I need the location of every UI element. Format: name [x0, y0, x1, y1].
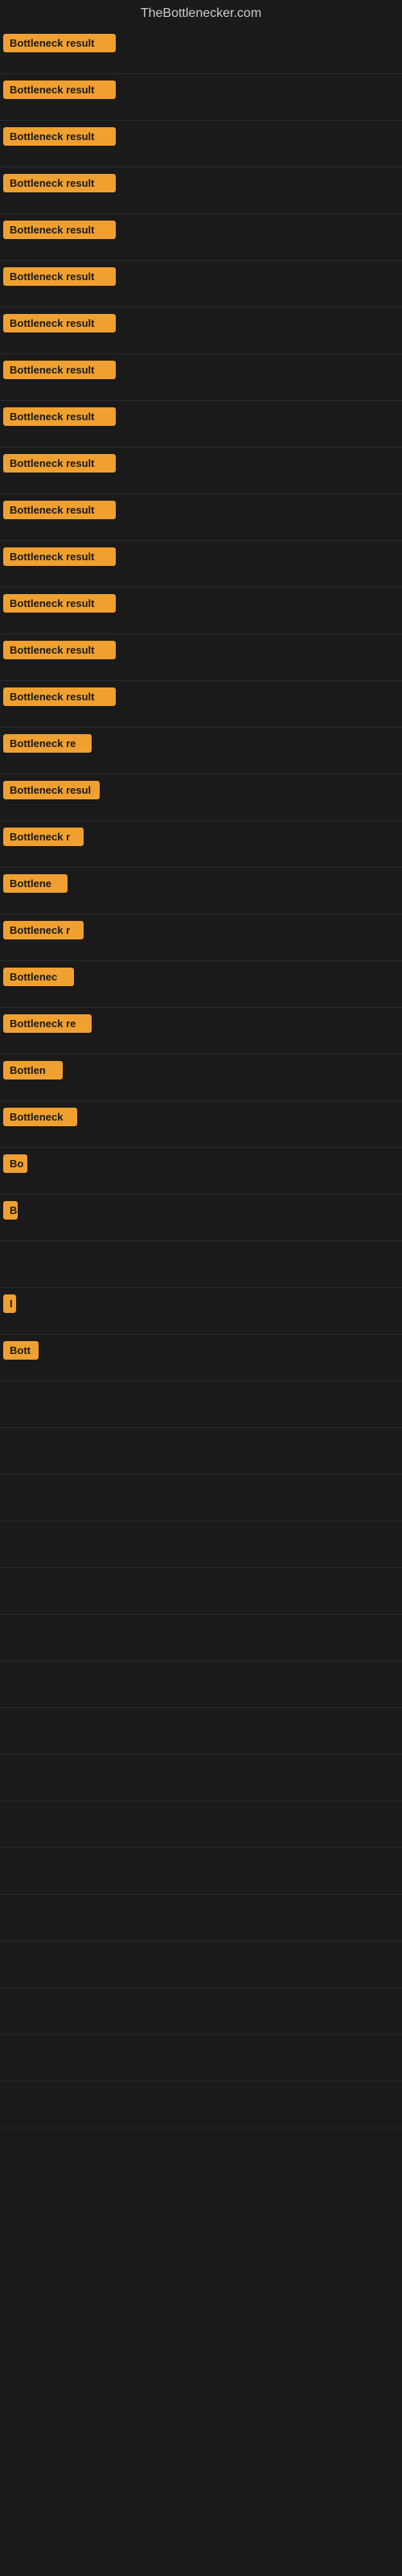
list-item[interactable]: Bottleneck result	[0, 214, 402, 261]
list-item[interactable]: Bottlen	[0, 1055, 402, 1101]
bottleneck-badge: Bottleneck resul	[3, 781, 100, 799]
list-item[interactable]: Bottleneck r	[0, 821, 402, 868]
bottleneck-badge: Bottleneck re	[3, 1014, 92, 1033]
list-item[interactable]: Bottleneck re	[0, 1008, 402, 1055]
bottleneck-badge: Bottlene	[3, 874, 68, 893]
list-item[interactable]: I	[0, 1288, 402, 1335]
list-item[interactable]: Bottleneck result	[0, 448, 402, 494]
bottleneck-badge: Bottleneck result	[3, 547, 116, 566]
site-title-bar: TheBottlenecker.com	[0, 0, 402, 27]
list-item[interactable]: Bottlenec	[0, 961, 402, 1008]
list-item[interactable]	[0, 1521, 402, 1568]
list-item-empty	[0, 1662, 402, 1708]
list-item[interactable]: Bottleneck re	[0, 728, 402, 774]
list-item-empty	[0, 2082, 402, 2128]
bottleneck-badge: Bottleneck result	[3, 407, 116, 426]
list-item[interactable]: Bottleneck result	[0, 354, 402, 401]
list-item[interactable]	[0, 1381, 402, 1428]
list-item[interactable]: Bott	[0, 1335, 402, 1381]
bottleneck-badge: Bottleneck result	[3, 174, 116, 192]
list-item[interactable]: Bottlene	[0, 868, 402, 914]
list-item[interactable]: Bottleneck resul	[0, 774, 402, 821]
list-item[interactable]: Bottleneck result	[0, 261, 402, 308]
bottleneck-badge: Bottleneck result	[3, 80, 116, 99]
list-item-empty	[0, 1942, 402, 1988]
list-item[interactable]	[0, 1241, 402, 1288]
list-item-empty	[0, 1755, 402, 1802]
list-item[interactable]: Bottleneck result	[0, 588, 402, 634]
bottleneck-badge: Bottleneck result	[3, 127, 116, 146]
list-item-empty	[0, 1568, 402, 1615]
bottleneck-badge: Bottleneck result	[3, 267, 116, 286]
list-item[interactable]: Bo	[0, 1148, 402, 1195]
list-item[interactable]	[0, 1428, 402, 1475]
list-item[interactable]	[0, 1475, 402, 1521]
list-item[interactable]: Bottleneck r	[0, 914, 402, 961]
bottleneck-badge: Bottleneck result	[3, 34, 116, 52]
bottleneck-badge: Bottleneck result	[3, 501, 116, 519]
list-item-empty	[0, 1988, 402, 2035]
bottleneck-badge: Bottleneck result	[3, 314, 116, 332]
list-item-empty	[0, 1708, 402, 1755]
list-item[interactable]: Bottleneck result	[0, 74, 402, 121]
list-item-empty	[0, 1615, 402, 1662]
bottleneck-badge: Bottleneck result	[3, 454, 116, 473]
bottleneck-badge: I	[3, 1294, 16, 1313]
bottleneck-badge: Bottleneck result	[3, 361, 116, 379]
list-item-empty	[0, 1895, 402, 1942]
list-item-empty	[0, 2035, 402, 2082]
list-item[interactable]: Bottleneck result	[0, 27, 402, 74]
bottleneck-badge: Bottleneck r	[3, 921, 84, 939]
bottleneck-badge: Bott	[3, 1341, 39, 1360]
list-item-empty	[0, 1848, 402, 1895]
bottleneck-badge: Bottleneck result	[3, 221, 116, 239]
list-item[interactable]: Bottleneck result	[0, 121, 402, 167]
list-item-empty	[0, 1802, 402, 1848]
list-item[interactable]: Bottleneck result	[0, 634, 402, 681]
list-item[interactable]: Bottleneck result	[0, 401, 402, 448]
bottleneck-badge: B	[3, 1201, 18, 1220]
list-item[interactable]: Bottleneck result	[0, 541, 402, 588]
bottleneck-badge: Bottlenec	[3, 968, 74, 986]
bottleneck-badge: Bottleneck	[3, 1108, 77, 1126]
items-list: Bottleneck result Bottleneck result Bottle…	[0, 27, 402, 2128]
bottleneck-badge: Bottleneck re	[3, 734, 92, 753]
bottleneck-badge: Bo	[3, 1154, 27, 1173]
list-item[interactable]: Bottleneck result	[0, 681, 402, 728]
list-item[interactable]: Bottleneck	[0, 1101, 402, 1148]
bottleneck-badge: Bottleneck result	[3, 641, 116, 659]
bottleneck-badge: Bottleneck result	[3, 687, 116, 706]
bottleneck-badge: Bottlen	[3, 1061, 63, 1080]
list-item[interactable]: Bottleneck result	[0, 167, 402, 214]
bottleneck-badge: Bottleneck result	[3, 594, 116, 613]
site-title: TheBottlenecker.com	[0, 0, 402, 27]
list-item[interactable]: B	[0, 1195, 402, 1241]
bottleneck-badge: Bottleneck r	[3, 828, 84, 846]
list-item[interactable]: Bottleneck result	[0, 494, 402, 541]
list-item[interactable]: Bottleneck result	[0, 308, 402, 354]
